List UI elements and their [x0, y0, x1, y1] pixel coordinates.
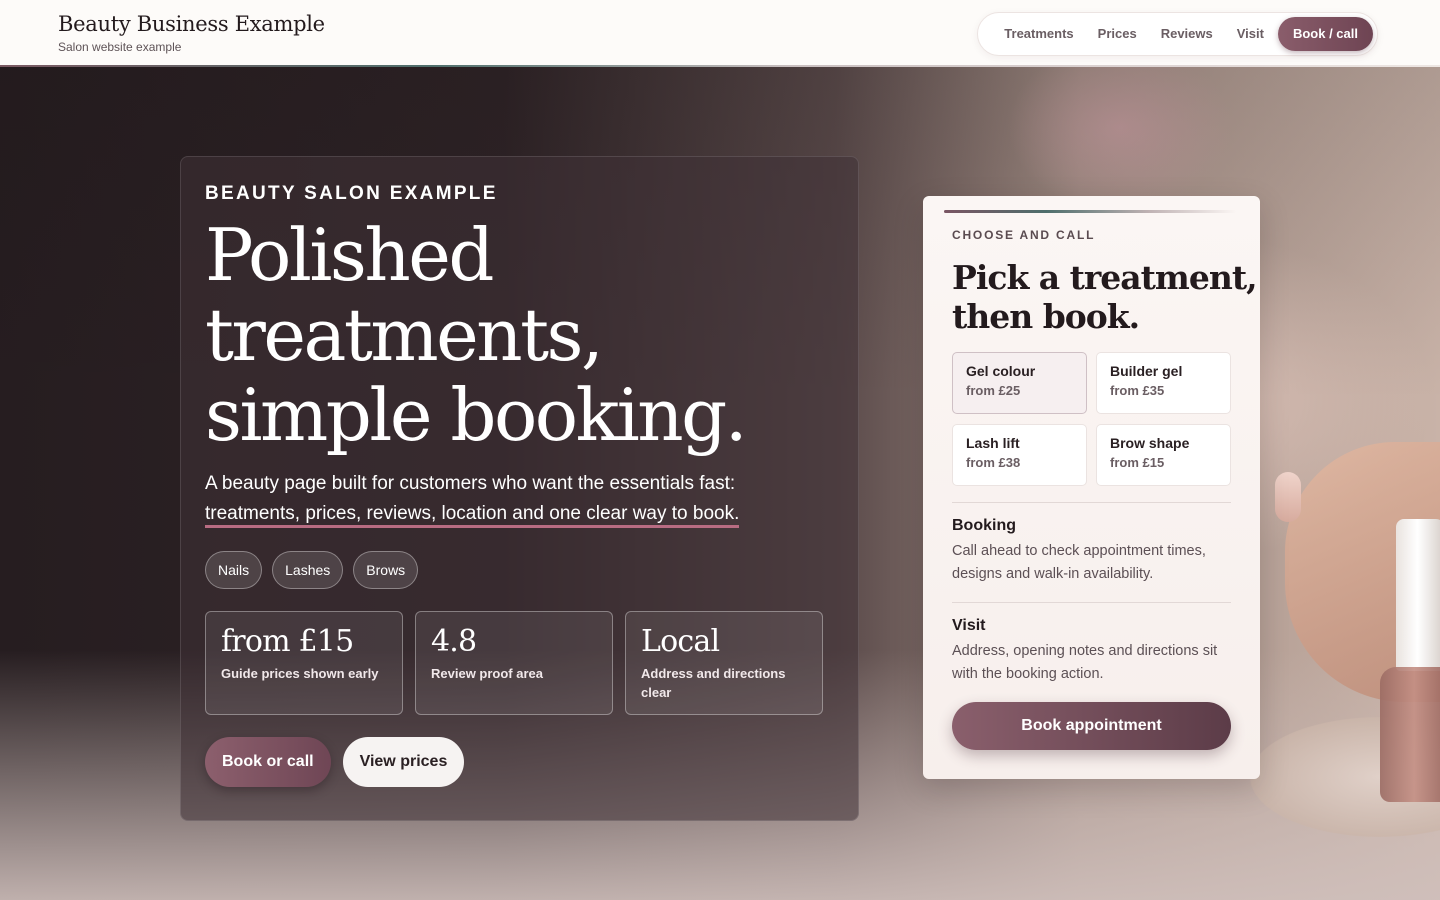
panel-title-line: then book.: [952, 297, 1140, 336]
divider: [952, 502, 1231, 503]
nav-book-call-button[interactable]: Book / call: [1277, 16, 1373, 51]
stat-label: Review proof area: [431, 666, 543, 681]
treatment-price: from £15: [1110, 455, 1165, 470]
stat-value: Local: [641, 624, 720, 659]
service-chips: Nails Lashes Brows: [205, 551, 834, 589]
treatment-name: Gel colour: [966, 363, 1036, 379]
hero-lede-text: A beauty page built for customers who wa…: [205, 473, 736, 494]
hero-kicker: BEAUTY SALON EXAMPLE: [205, 183, 498, 204]
chip-brows[interactable]: Brows: [353, 551, 419, 589]
treatment-name: Lash lift: [966, 435, 1020, 451]
main-nav: Treatments Prices Reviews Visit Book / c…: [977, 11, 1378, 56]
view-prices-button[interactable]: View prices: [342, 737, 465, 787]
stat-card-prices: from £15 Guide prices shown early: [205, 611, 403, 715]
site-header: Beauty Business Example Salon website ex…: [0, 0, 1440, 67]
visit-info-title: Visit: [952, 617, 986, 634]
stat-card-location: Local Address and directions clear: [625, 611, 823, 715]
book-or-call-button[interactable]: Book or call: [205, 737, 331, 787]
nav-treatments[interactable]: Treatments: [992, 17, 1085, 51]
brand-subtitle: Salon website example: [58, 39, 182, 54]
booking-info-title: Booking: [952, 517, 1016, 534]
treatment-option-lash-lift[interactable]: Lash lift from £38: [952, 424, 1087, 486]
nav-reviews[interactable]: Reviews: [1149, 17, 1225, 51]
booking-panel: CHOOSE AND CALL Pick a treatment, then b…: [923, 196, 1260, 779]
hero-lede-highlight: treatments, prices, reviews, location an…: [205, 503, 740, 528]
treatment-options: Gel colour from £25 Builder gel from £35…: [952, 352, 1231, 486]
divider: [952, 602, 1231, 603]
brand[interactable]: Beauty Business Example Salon website ex…: [58, 13, 325, 54]
stats-row: from £15 Guide prices shown early 4.8 Re…: [205, 611, 834, 715]
treatment-price: from £25: [966, 383, 1021, 398]
nav-visit[interactable]: Visit: [1225, 17, 1276, 51]
headline-line: simple booking.: [205, 373, 748, 457]
treatment-name: Brow shape: [1110, 435, 1190, 451]
headline-line: treatments,: [205, 293, 604, 377]
treatment-name: Builder gel: [1110, 363, 1183, 379]
treatment-option-builder-gel[interactable]: Builder gel from £35: [1096, 352, 1231, 414]
header-accent-rule: [0, 65, 1440, 67]
panel-title-line: Pick a treatment,: [952, 258, 1258, 297]
booking-info-body: Call ahead to check appointment times, d…: [952, 543, 1206, 582]
chip-lashes[interactable]: Lashes: [272, 551, 344, 589]
treatment-price: from £38: [966, 455, 1021, 470]
panel-kicker: CHOOSE AND CALL: [952, 228, 1096, 242]
nav-prices[interactable]: Prices: [1086, 17, 1149, 51]
stat-value: from £15: [221, 624, 354, 659]
treatment-option-gel-colour[interactable]: Gel colour from £25: [952, 352, 1087, 414]
stat-label: Address and directions clear: [641, 666, 786, 700]
stat-card-reviews: 4.8 Review proof area: [415, 611, 613, 715]
stat-label: Guide prices shown early: [221, 666, 379, 681]
hero-lede: A beauty page built for customers who wa…: [205, 469, 805, 529]
hero-card: BEAUTY SALON EXAMPLE Polished treatments…: [180, 156, 859, 821]
hero-headline: Polished treatments, simple booking.: [205, 215, 834, 455]
chip-nails[interactable]: Nails: [205, 551, 263, 589]
brand-title[interactable]: Beauty Business Example: [58, 13, 325, 36]
stat-value: 4.8: [431, 624, 477, 659]
hero-actions: Book or call View prices: [205, 737, 834, 787]
treatment-price: from £35: [1110, 383, 1165, 398]
panel-title: Pick a treatment, then book.: [952, 258, 1258, 336]
book-appointment-button[interactable]: Book appointment: [952, 702, 1231, 750]
visit-info-body: Address, opening notes and directions si…: [952, 643, 1218, 682]
hero-section: BEAUTY SALON EXAMPLE Polished treatments…: [0, 67, 1440, 900]
treatment-option-brow-shape[interactable]: Brow shape from £15: [1096, 424, 1231, 486]
headline-line: Polished: [205, 213, 494, 297]
panel-accent-rule: [944, 210, 1236, 213]
